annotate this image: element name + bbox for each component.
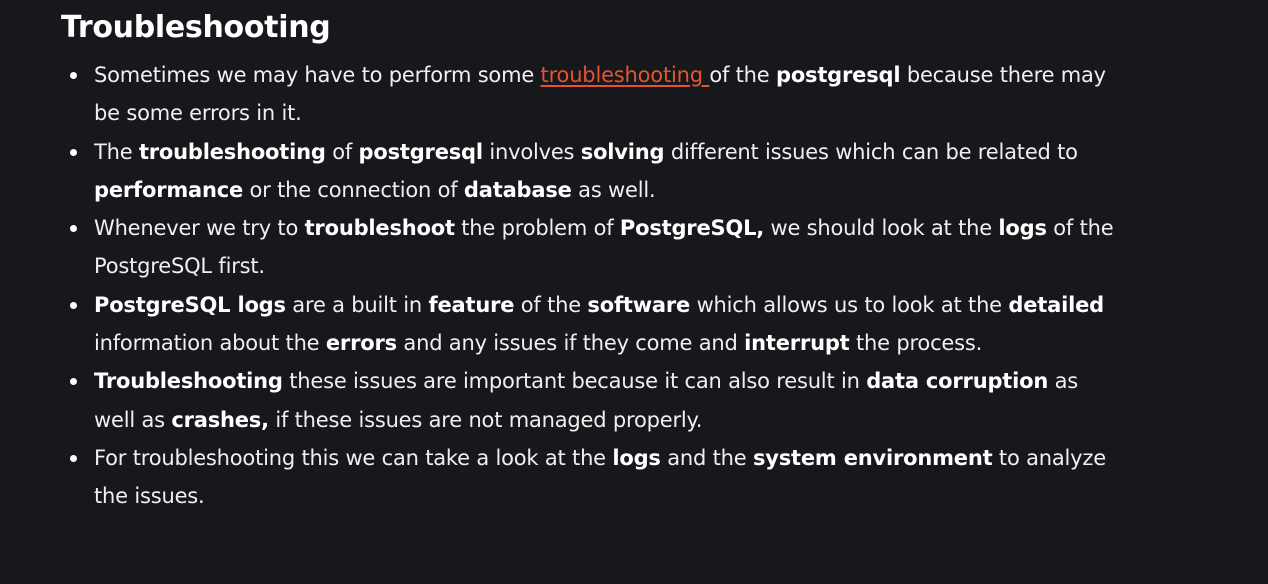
body-text: different issues which can be related to bbox=[664, 139, 1078, 164]
body-text: we should look at the bbox=[764, 216, 999, 241]
list-item: Troubleshooting these issues are importa… bbox=[70, 362, 1121, 439]
bold-text: feature bbox=[428, 292, 515, 317]
body-text: which allows us to look at the bbox=[690, 292, 1009, 317]
bold-text: postgresql bbox=[358, 139, 484, 164]
body-text: of the bbox=[514, 292, 588, 317]
troubleshooting-link[interactable]: troubleshooting bbox=[541, 63, 710, 87]
body-text: and any issues if they come and bbox=[396, 331, 745, 356]
body-text: For troubleshooting this we can take a l… bbox=[94, 445, 613, 470]
body-text: information about the bbox=[94, 331, 326, 356]
list-item: For troubleshooting this we can take a l… bbox=[70, 439, 1121, 516]
body-text: of the bbox=[709, 63, 776, 87]
body-text: and the bbox=[660, 445, 753, 470]
bold-text: logs bbox=[612, 445, 661, 470]
body-text: Sometimes we may have to perform some bbox=[94, 63, 541, 87]
list-item: PostgreSQL logs are a built in feature o… bbox=[70, 286, 1121, 363]
bold-text: postgresql bbox=[775, 63, 901, 87]
bold-text: data corruption bbox=[866, 369, 1049, 394]
article-section: Troubleshooting Sometimes we may have to… bbox=[61, 8, 1121, 516]
bold-text: crashes, bbox=[171, 407, 269, 432]
body-text: involves bbox=[482, 139, 581, 164]
body-text: of bbox=[325, 139, 359, 164]
bold-text: PostgreSQL, bbox=[619, 216, 765, 241]
bold-text: database bbox=[463, 177, 572, 202]
bold-text: troubleshooting bbox=[138, 139, 326, 164]
bold-text: system environment bbox=[752, 445, 993, 470]
body-text: are a built in bbox=[285, 292, 429, 317]
body-text: if these issues are not managed properly… bbox=[268, 407, 703, 432]
bold-text: performance bbox=[94, 177, 244, 202]
bold-text: PostgreSQL logs bbox=[94, 292, 286, 317]
bold-text: troubleshoot bbox=[304, 216, 455, 241]
bold-text: software bbox=[587, 292, 691, 317]
list-item: The troubleshooting of postgresql involv… bbox=[70, 133, 1121, 210]
body-text: the process. bbox=[849, 331, 983, 356]
body-text: Whenever we try to bbox=[94, 216, 305, 241]
bold-text: Troubleshooting bbox=[94, 369, 283, 394]
body-text: the problem of bbox=[454, 216, 620, 241]
bold-text: detailed bbox=[1008, 292, 1104, 317]
bold-text: logs bbox=[998, 216, 1047, 241]
list-item: Whenever we try to troubleshoot the prob… bbox=[70, 209, 1121, 286]
body-text: as well. bbox=[571, 177, 656, 202]
body-text: The bbox=[94, 139, 139, 164]
bullet-list: Sometimes we may have to perform some tr… bbox=[61, 56, 1121, 516]
bold-text: solving bbox=[580, 139, 665, 164]
list-item: Sometimes we may have to perform some tr… bbox=[70, 56, 1121, 133]
bold-text: interrupt bbox=[744, 331, 850, 356]
body-text: or the connection of bbox=[243, 177, 464, 202]
bold-text: errors bbox=[325, 331, 397, 356]
section-heading: Troubleshooting bbox=[61, 10, 331, 45]
body-text: these issues are important because it ca… bbox=[282, 369, 867, 394]
